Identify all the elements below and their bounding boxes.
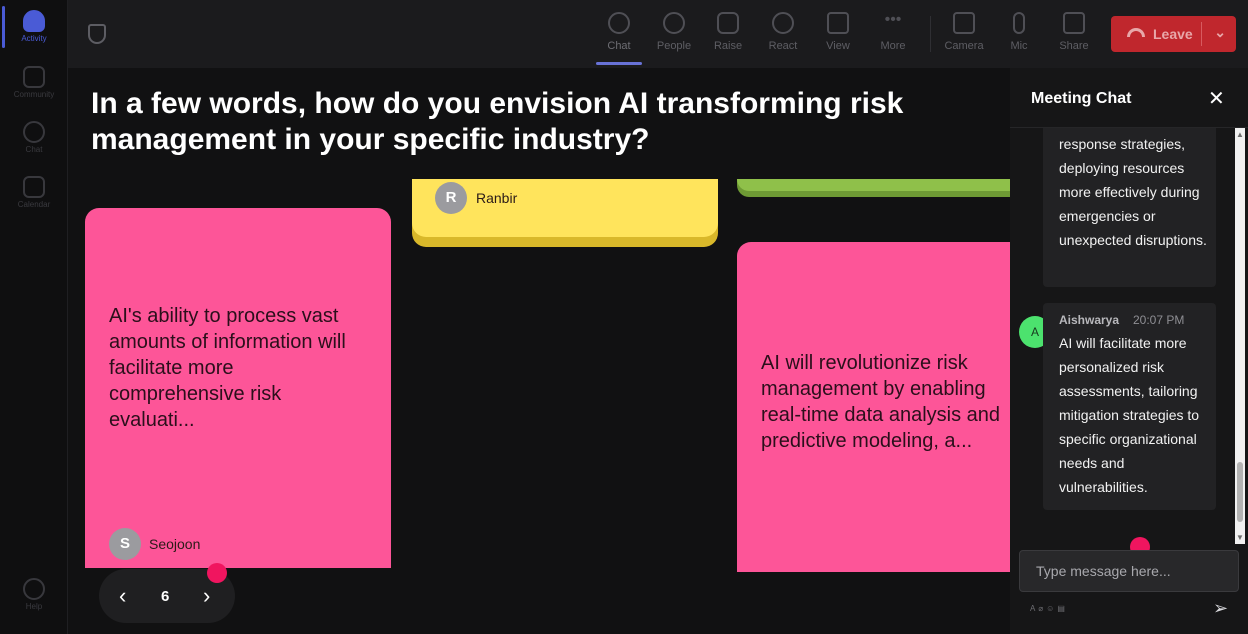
- gif-icon[interactable]: ▤: [1057, 604, 1068, 613]
- message-text: AI will facilitate more personalized ris…: [1059, 335, 1200, 495]
- response-card[interactable]: [737, 179, 1010, 197]
- leave-divider: [1201, 22, 1202, 46]
- rail-item-help[interactable]: Help: [0, 578, 68, 611]
- toolbar-more[interactable]: ••• More: [866, 11, 920, 53]
- page-number: 6: [161, 588, 170, 605]
- smiley-icon: [772, 12, 794, 34]
- response-card[interactable]: AI's ability to process vast amounts of …: [85, 208, 391, 568]
- message-time: 20:07 PM: [1133, 313, 1185, 327]
- active-tab-indicator: [596, 62, 642, 65]
- rail-item-activity[interactable]: Activity: [0, 10, 68, 43]
- avatar: R: [435, 182, 467, 214]
- record-dot: [207, 563, 227, 583]
- hand-icon: [717, 12, 739, 34]
- rail-item-calendar[interactable]: Calendar: [0, 176, 68, 209]
- scroll-up-icon[interactable]: ▲: [1236, 130, 1244, 139]
- chat-title: Meeting Chat: [1031, 90, 1132, 107]
- share-icon: [1063, 12, 1085, 34]
- meeting-toolbar: Chat People Raise React View ••• More Ca…: [68, 0, 1248, 68]
- card-text: AI's ability to process vast amounts of …: [109, 305, 346, 431]
- emoji-icon[interactable]: ☺: [1046, 604, 1057, 613]
- toolbar-chat[interactable]: Chat: [592, 12, 646, 52]
- toolbar-camera[interactable]: Camera: [937, 12, 991, 52]
- message-text: response strategies, deploying resources…: [1059, 136, 1207, 248]
- chevron-right-icon[interactable]: ›: [203, 583, 210, 609]
- chat-header: Meeting Chat ✕: [1010, 68, 1248, 128]
- chat-message: Aishwarya 20:07 PM AI will facilitate mo…: [1043, 303, 1216, 510]
- poll-question: In a few words, how do you envision AI t…: [91, 87, 904, 156]
- attach-icon[interactable]: ⌀: [1038, 604, 1046, 613]
- chat-message: response strategies, deploying resources…: [1043, 128, 1216, 287]
- card-face: [737, 179, 1010, 191]
- more-icon: •••: [884, 11, 902, 28]
- leave-button[interactable]: Leave ⌄: [1111, 16, 1236, 52]
- avatar: S: [109, 528, 141, 560]
- chat-scrollbar[interactable]: ▲ ▼: [1235, 128, 1245, 544]
- rail-item-chat[interactable]: Chat: [0, 121, 68, 154]
- phone-hangup-icon: [1127, 28, 1145, 37]
- close-icon[interactable]: ✕: [1208, 86, 1225, 111]
- rail-item-community[interactable]: Community: [0, 66, 68, 99]
- chevron-down-icon[interactable]: ⌄: [1214, 24, 1226, 41]
- main-stage: In a few words, how do you envision AI t…: [68, 68, 1010, 634]
- meeting-chat-panel: Meeting Chat ✕ response strategies, depl…: [1010, 68, 1248, 634]
- calendar-icon: [23, 176, 45, 198]
- toolbar-people[interactable]: People: [647, 12, 701, 52]
- bell-icon: [23, 10, 45, 32]
- chat-message-input[interactable]: [1019, 550, 1239, 592]
- toolbar-share[interactable]: Share: [1047, 12, 1101, 52]
- shield-icon[interactable]: [88, 24, 106, 44]
- card-text: AI will revolutionize risk management by…: [761, 352, 1001, 452]
- chat-icon: [608, 12, 630, 34]
- chat-icon: [23, 121, 45, 143]
- app-rail: Activity Community Chat Calendar Help: [0, 0, 68, 634]
- grid-icon: [827, 12, 849, 34]
- camera-off-icon: [953, 12, 975, 34]
- toolbar-raise[interactable]: Raise: [701, 12, 755, 52]
- chevron-left-icon[interactable]: ‹: [119, 583, 126, 609]
- help-icon: [23, 578, 45, 600]
- toolbar-view[interactable]: View: [811, 12, 865, 52]
- toolbar-divider: [930, 16, 931, 52]
- toolbar-mic[interactable]: Mic: [992, 12, 1046, 52]
- card-author: Seojoon: [149, 536, 201, 552]
- mic-icon: [1013, 12, 1025, 34]
- send-icon[interactable]: ➢: [1213, 598, 1228, 619]
- people-icon: [663, 12, 685, 34]
- scrollbar-thumb[interactable]: [1237, 462, 1243, 522]
- scroll-down-icon[interactable]: ▼: [1236, 533, 1244, 542]
- response-card[interactable]: R Ranbir: [412, 179, 718, 247]
- message-sender: Aishwarya: [1059, 313, 1120, 327]
- formatting-toolbar[interactable]: A⌀☺▤: [1030, 604, 1068, 613]
- toolbar-react[interactable]: React: [756, 12, 810, 52]
- community-icon: [23, 66, 45, 88]
- card-author: Ranbir: [476, 190, 518, 206]
- response-card[interactable]: AI will revolutionize risk management by…: [737, 242, 1010, 572]
